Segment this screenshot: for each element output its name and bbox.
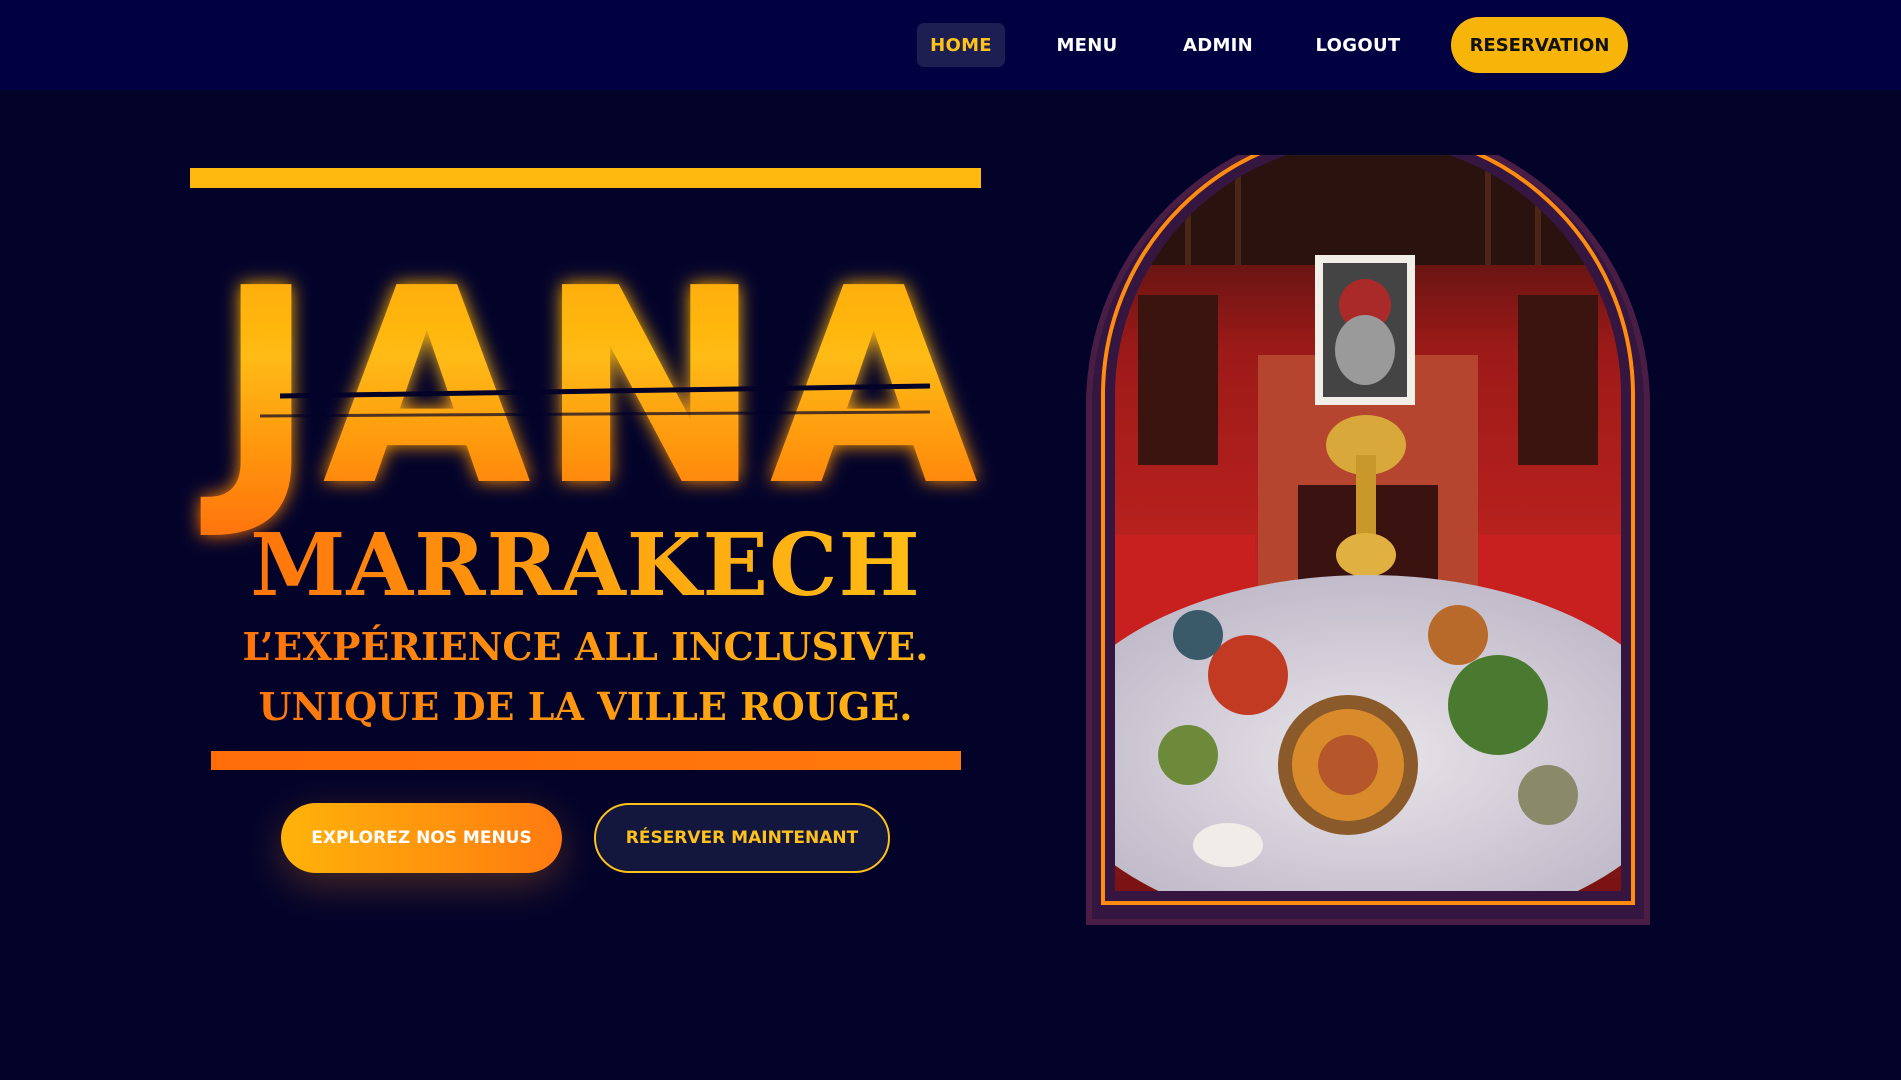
nav-home[interactable]: HOME — [917, 23, 1005, 67]
reserve-now-button[interactable]: RÉSERVER MAINTENANT — [594, 803, 890, 873]
nav-menu[interactable]: MENU — [1040, 23, 1134, 67]
city-title: MARRAKECH — [190, 518, 981, 614]
tagline-line-1: L’EXPÉRIENCE ALL INCLUSIVE. — [190, 622, 981, 672]
explore-menus-button[interactable]: EXPLOREZ NOS MENUS — [281, 803, 562, 873]
nav-admin[interactable]: ADMIN — [1168, 23, 1268, 67]
brand-logo: JANA — [199, 230, 978, 545]
top-navbar: HOME MENU ADMIN LOGOUT RESERVATION — [0, 0, 1901, 90]
nav-logout[interactable]: LOGOUT — [1304, 23, 1412, 67]
hero-top-divider — [190, 168, 981, 188]
tagline-line-2: UNIQUE DE LA VILLE ROUGE. — [190, 682, 981, 732]
hero-bottom-divider — [211, 751, 961, 770]
moroccan-feast-image — [1086, 123, 1650, 926]
nav-reservation-button[interactable]: RESERVATION — [1451, 17, 1628, 73]
hero-image-frame — [1078, 123, 1658, 930]
